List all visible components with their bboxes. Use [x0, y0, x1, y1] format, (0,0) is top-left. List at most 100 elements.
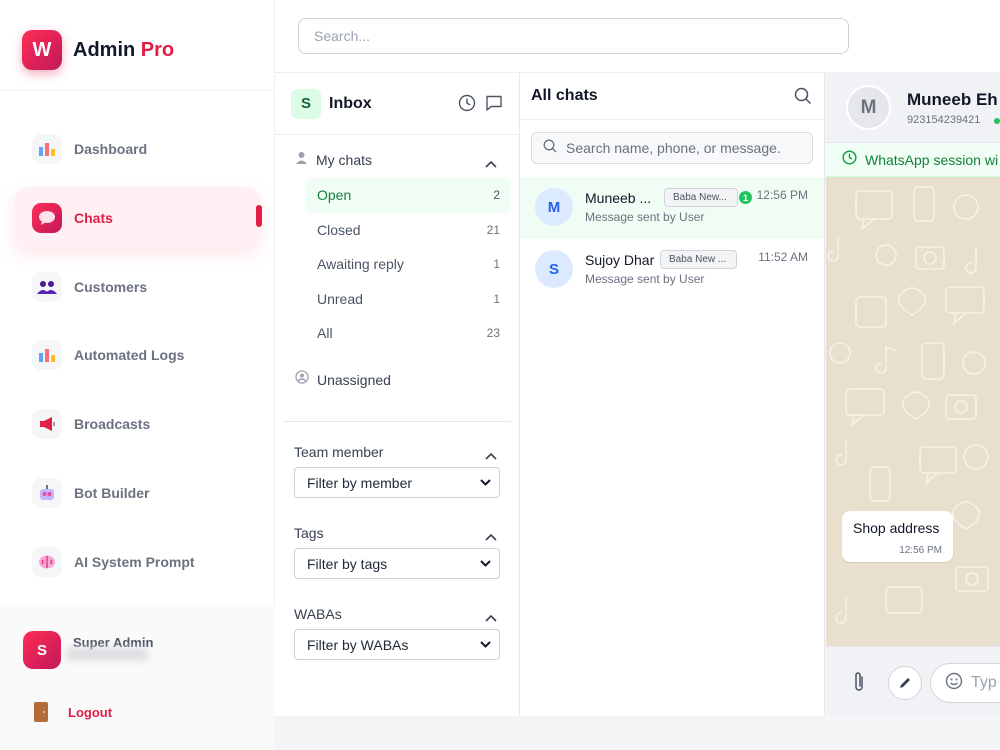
- session-status-bar: WhatsApp session wi: [826, 143, 1000, 177]
- conversation-panel: M Muneeb Eh 923154239421 WhatsApp sessio…: [826, 73, 1000, 716]
- message-input-box: [930, 663, 1000, 703]
- session-status-text: WhatsApp session wi: [865, 151, 999, 168]
- avatar: S: [535, 250, 573, 288]
- brain-icon: [32, 546, 62, 577]
- sidebar-item-label: Chats: [74, 209, 113, 226]
- sidebar-item-label: Customers: [74, 278, 148, 295]
- status-all[interactable]: All 23: [305, 316, 511, 351]
- team-member-filter: Team member Filter by member: [283, 437, 511, 498]
- message-text: Shop address: [853, 520, 940, 536]
- member-select[interactable]: Filter by member: [294, 467, 500, 498]
- chat-list-title: All chats: [531, 87, 598, 104]
- chat-name: Sujoy Dhar: [585, 252, 655, 268]
- sidebar-item-bot-builder[interactable]: Bot Builder: [14, 462, 260, 524]
- sidebar-item-broadcasts[interactable]: Broadcasts: [14, 393, 260, 455]
- clock-icon: [842, 149, 857, 170]
- status-label: Open: [317, 187, 352, 204]
- search-icon[interactable]: [794, 87, 812, 110]
- member-select-value: Filter by member: [307, 474, 413, 491]
- chat-preview: Message sent by User: [585, 210, 705, 224]
- tags-filter: Tags Filter by tags: [283, 518, 511, 579]
- top-bar: [275, 0, 1000, 73]
- tags-select-value: Filter by tags: [307, 555, 388, 572]
- user-icon: [295, 151, 308, 169]
- redacted-email: [66, 648, 148, 660]
- chat-list-item[interactable]: M Muneeb ... Baba New... 1 12:56 PM Mess…: [520, 177, 824, 239]
- status-label: All: [317, 325, 333, 342]
- my-chats-label: My chats: [316, 152, 373, 168]
- chat-list-header: All chats: [520, 73, 824, 120]
- sidebar-item-label: Bot Builder: [74, 484, 150, 501]
- chat-name: Muneeb ...: [585, 190, 652, 206]
- logout-label: Logout: [68, 704, 113, 720]
- chat-preview: Message sent by User: [585, 272, 705, 286]
- status-closed[interactable]: Closed 21: [305, 213, 511, 248]
- chevron-down-icon: [480, 641, 491, 648]
- brand-name: Admin Pro: [73, 39, 174, 62]
- chat-bubble-icon: [32, 202, 62, 233]
- contact-name: Muneeb Eh: [907, 90, 998, 109]
- status-count: 2: [493, 188, 500, 203]
- chevron-up-icon[interactable]: [485, 528, 497, 546]
- wabas-select-value: Filter by WABAs: [307, 636, 409, 653]
- unassigned-item[interactable]: Unassigned: [275, 365, 519, 395]
- chevron-up-icon[interactable]: [485, 609, 497, 627]
- users-icon: [32, 271, 62, 302]
- global-search-input[interactable]: [298, 18, 849, 54]
- sidebar-item-dashboard[interactable]: Dashboard: [14, 118, 260, 180]
- brand-name-main: Admin: [73, 38, 136, 61]
- tags-select[interactable]: Filter by tags: [294, 548, 500, 579]
- status-open[interactable]: Open 2: [305, 178, 511, 213]
- status-label: Closed: [317, 221, 361, 238]
- sidebar-item-label: Broadcasts: [74, 416, 151, 433]
- status-unread[interactable]: Unread 1: [305, 282, 511, 317]
- filter-title[interactable]: Tags: [294, 518, 500, 548]
- avatar: M: [846, 85, 891, 130]
- inbox-actions: [458, 94, 503, 112]
- filter-section: Team member Filter by member Tags Filter…: [283, 421, 511, 660]
- clock-icon[interactable]: [458, 94, 476, 112]
- filter-title[interactable]: Team member: [294, 437, 500, 467]
- brand-name-suffix: Pro: [140, 38, 175, 61]
- my-chats-toggle[interactable]: My chats: [275, 145, 519, 175]
- brand-logo: W: [22, 30, 62, 70]
- filter-title[interactable]: WABAs: [294, 599, 500, 629]
- sidebar-item-chats[interactable]: Chats: [14, 186, 262, 249]
- status-count: 1: [493, 291, 500, 306]
- message-time: 12:56 PM: [899, 545, 942, 556]
- status-label: Awaiting reply: [317, 256, 404, 273]
- status-count: 21: [486, 222, 500, 237]
- chat-search-input[interactable]: [566, 140, 806, 156]
- message-input[interactable]: [971, 674, 1000, 692]
- chevron-up-icon[interactable]: [485, 447, 497, 465]
- user-card: S Super Admin Logout: [0, 604, 275, 750]
- doodle-pattern: [827, 186, 989, 624]
- wabas-select[interactable]: Filter by WABAs: [294, 629, 500, 660]
- conversation-header: M Muneeb Eh 923154239421: [826, 73, 1000, 143]
- status-count: 1: [493, 257, 500, 272]
- chat-list-item[interactable]: S Sujoy Dhar Baba New ... 11:52 AM Messa…: [520, 239, 824, 299]
- status-awaiting-reply[interactable]: Awaiting reply 1: [305, 247, 511, 282]
- avatar: S: [23, 631, 61, 669]
- brand[interactable]: W Admin Pro: [22, 30, 174, 70]
- chat-time: 11:52 AM: [758, 250, 808, 264]
- chat-time: 12:56 PM: [756, 188, 808, 202]
- logout-button[interactable]: Logout: [34, 702, 112, 722]
- message-composer: [826, 646, 1000, 716]
- sidebar-item-customers[interactable]: Customers: [14, 256, 260, 318]
- chevron-down-icon: [480, 479, 491, 486]
- sidebar: W Admin Pro Dashboard Chats Customers Au…: [0, 0, 275, 750]
- chat-tag-badge: Baba New ...: [660, 250, 738, 269]
- pencil-icon[interactable]: [888, 666, 922, 700]
- message-square-icon[interactable]: [485, 94, 503, 112]
- unread-count-badge: 1: [739, 191, 752, 204]
- online-indicator: [994, 118, 1000, 124]
- paperclip-icon[interactable]: [852, 671, 866, 698]
- emoji-icon[interactable]: [945, 672, 963, 695]
- status-label: Unread: [317, 290, 363, 307]
- sidebar-item-automated-logs[interactable]: Automated Logs: [14, 324, 260, 386]
- sidebar-item-ai-system-prompt[interactable]: AI System Prompt: [14, 531, 260, 593]
- chat-search-box: [531, 132, 813, 164]
- chat-tag-badge: Baba New...: [664, 188, 738, 207]
- brand-divider: [0, 90, 274, 91]
